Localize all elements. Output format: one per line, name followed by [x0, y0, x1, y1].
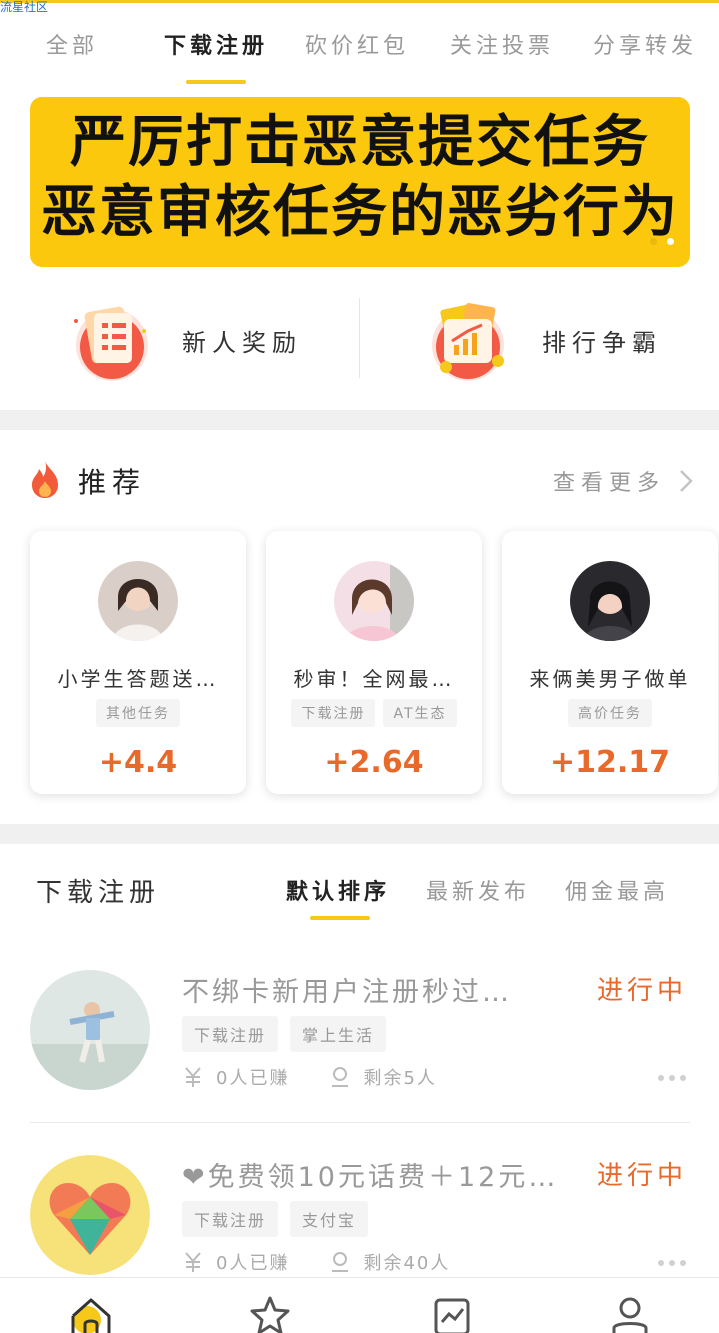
card-amount: +2.64: [324, 745, 424, 780]
yuan-icon: [185, 1067, 201, 1087]
sort-commission[interactable]: 佣金最高: [565, 874, 669, 906]
task-title: ❤免费领10元话费＋12元…: [182, 1162, 559, 1193]
home-icon: [71, 1298, 111, 1333]
ranking-entry[interactable]: 排行争霸: [424, 285, 662, 395]
task-title: 不绑卡新用户注册秒过…: [182, 977, 512, 1008]
clipboard-list-icon: [64, 295, 154, 385]
category-tabs: 全部 下载注册 砍价红包 关注投票 分享转发: [0, 28, 719, 88]
recommend-card[interactable]: 来俩美男子做单 高价任务 +12.17: [502, 531, 718, 794]
view-more-link[interactable]: 查看更多: [553, 465, 665, 497]
task-tags: 下载注册 掌上生活: [182, 1016, 387, 1052]
tab-bargain[interactable]: 砍价红包: [305, 28, 409, 60]
promo-banner[interactable]: 严厉打击恶意提交任务 恶意审核任务的恶劣行为: [30, 97, 690, 267]
person-icon: [332, 1067, 349, 1087]
task-earned: 0人已赚: [216, 1068, 290, 1089]
fire-icon: [32, 461, 58, 498]
task-remaining: 剩余5人: [363, 1068, 437, 1089]
banner-line-1: 严厉打击恶意提交任务: [70, 110, 650, 175]
list-divider: [30, 1122, 690, 1123]
card-tag: 高价任务: [568, 699, 652, 727]
person-icon: [332, 1252, 349, 1272]
tab-follow-vote[interactable]: 关注投票: [450, 28, 554, 60]
sort-indicator: [310, 916, 370, 920]
nav-profile[interactable]: [606, 1294, 654, 1333]
user-icon: [612, 1297, 648, 1333]
task-meta: 0人已赚 剩余5人: [182, 1064, 437, 1090]
banner-dot-active: [667, 238, 674, 245]
tab-share[interactable]: 分享转发: [593, 28, 697, 60]
watermark: 流星社区: [0, 0, 49, 14]
task-tags: 下载注册 支付宝: [182, 1201, 369, 1237]
task-earned: 0人已赚: [216, 1253, 290, 1274]
section-gap: [0, 410, 719, 430]
yuan-icon: [185, 1252, 201, 1272]
card-title: 小学生答题送…: [57, 667, 219, 691]
avatar: [570, 561, 650, 641]
task-tag: 下载注册: [182, 1016, 279, 1052]
tab-download-register[interactable]: 下载注册: [164, 28, 268, 60]
section-gap: [0, 824, 719, 844]
more-icon[interactable]: [657, 1074, 687, 1082]
task-list-title: 下载注册: [36, 878, 161, 908]
avatar: [98, 561, 178, 641]
card-tags: 高价任务: [502, 699, 718, 727]
task-status: 进行中: [596, 1161, 687, 1191]
chevron-right-icon[interactable]: [679, 469, 693, 493]
card-tag: 其他任务: [96, 699, 180, 727]
task-item[interactable]: 不绑卡新用户注册秒过… 进行中 下载注册 掌上生活 0人已赚 剩余5人: [0, 970, 719, 1110]
tab-indicator: [186, 80, 246, 84]
task-item[interactable]: ❤免费领10元话费＋12元… 进行中 下载注册 支付宝 0人已赚 剩余40人: [0, 1155, 719, 1295]
card-amount: +12.17: [549, 745, 671, 780]
top-accent-bar: [0, 0, 719, 3]
newbie-reward-label: 新人奖励: [182, 328, 302, 357]
newbie-reward-entry[interactable]: 新人奖励: [64, 285, 302, 395]
card-tag: AT生态: [383, 699, 457, 727]
sort-latest[interactable]: 最新发布: [426, 874, 530, 906]
card-tags: 其他任务: [30, 699, 246, 727]
tab-all[interactable]: 全部: [46, 28, 98, 60]
task-status: 进行中: [596, 976, 687, 1006]
card-amount: +4.4: [98, 745, 178, 780]
card-title: 来俩美男子做单: [529, 667, 691, 691]
star-icon: [250, 1296, 290, 1333]
ranking-chart-icon: [424, 295, 514, 385]
ranking-label: 排行争霸: [542, 328, 662, 357]
banner-line-2: 恶意审核任务的恶劣行为: [41, 180, 679, 245]
nav-favorites[interactable]: [246, 1294, 294, 1333]
card-tags: 下载注册 AT生态: [266, 699, 482, 727]
task-tag: 支付宝: [290, 1201, 369, 1237]
bottom-nav: [0, 1277, 719, 1333]
task-list-header: 下载注册 默认排序 最新发布 佣金最高: [0, 862, 719, 932]
banner-dot: [650, 238, 657, 245]
chart-icon: [434, 1298, 470, 1333]
recommend-title: 推荐: [78, 466, 147, 499]
task-remaining: 剩余40人: [363, 1253, 451, 1274]
recommend-card[interactable]: 小学生答题送… 其他任务 +4.4: [30, 531, 246, 794]
task-tag: 掌上生活: [290, 1016, 387, 1052]
recommend-header: 推荐 查看更多: [0, 455, 719, 509]
card-title: 秒审！全网最…: [293, 667, 455, 691]
avatar: [334, 561, 414, 641]
avatar: [30, 970, 150, 1090]
card-tag: 下载注册: [291, 699, 376, 727]
nav-stats[interactable]: [428, 1294, 476, 1333]
quick-entries: 新人奖励 排行争霸: [0, 285, 719, 395]
more-icon[interactable]: [657, 1259, 687, 1267]
recommend-card[interactable]: 秒审！全网最… 下载注册 AT生态 +2.64: [266, 531, 482, 794]
nav-home[interactable]: [67, 1294, 115, 1333]
task-tag: 下载注册: [182, 1201, 279, 1237]
task-meta: 0人已赚 剩余40人: [182, 1249, 450, 1275]
avatar: [30, 1155, 150, 1275]
quick-divider: [359, 298, 360, 378]
sort-default[interactable]: 默认排序: [286, 874, 390, 906]
